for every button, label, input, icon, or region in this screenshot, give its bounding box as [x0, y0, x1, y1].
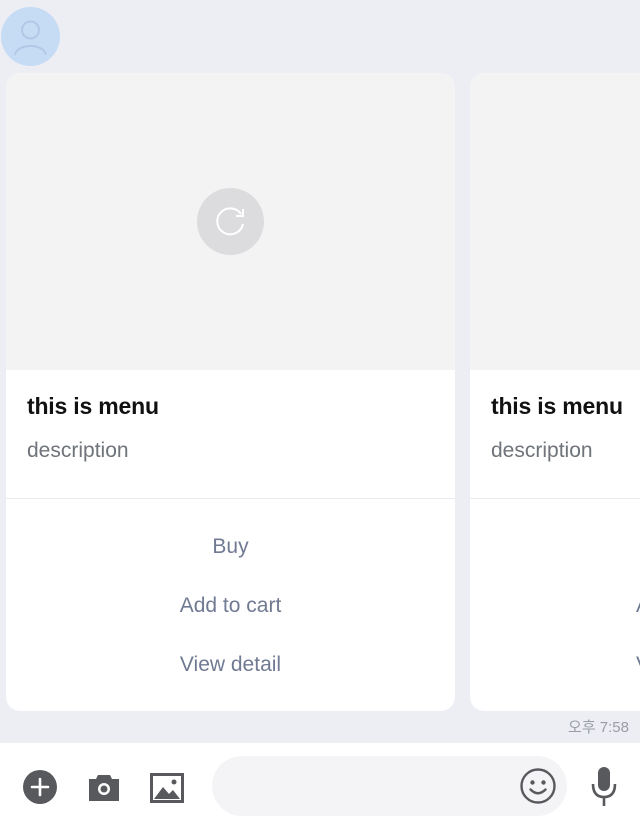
card-divider — [6, 498, 455, 499]
card-image-placeholder — [470, 73, 640, 370]
view-detail-button[interactable]: V — [470, 645, 640, 685]
avatar[interactable] — [1, 7, 60, 66]
card-image-placeholder — [6, 73, 455, 370]
buy-button[interactable] — [470, 527, 640, 567]
menu-carousel[interactable]: this is menu description Buy Add to cart… — [0, 73, 640, 713]
add-to-cart-button[interactable]: Add to cart — [6, 586, 455, 626]
plus-circle-icon[interactable] — [22, 769, 58, 805]
emoji-icon[interactable] — [519, 767, 557, 805]
menu-card-1: this is menu description Buy Add to cart… — [6, 73, 455, 711]
mic-icon[interactable] — [589, 766, 619, 808]
camera-icon[interactable] — [86, 769, 122, 805]
message-timestamp: 오후 7:58 — [568, 719, 629, 736]
card-description: description — [491, 439, 593, 462]
card-divider — [470, 498, 640, 499]
add-to-cart-button[interactable]: A — [470, 586, 640, 626]
reload-icon[interactable] — [197, 188, 264, 255]
menu-card-2: this is menu description A V — [470, 73, 640, 711]
input-bar — [0, 743, 640, 820]
image-icon[interactable] — [149, 770, 185, 806]
view-detail-button[interactable]: View detail — [6, 645, 455, 685]
card-description: description — [27, 439, 129, 462]
buy-button[interactable]: Buy — [6, 527, 455, 567]
chat-area: this is menu description Buy Add to cart… — [0, 0, 640, 743]
person-silhouette-icon — [14, 20, 47, 56]
message-input[interactable] — [212, 756, 567, 816]
card-title: this is menu — [491, 393, 623, 419]
card-title: this is menu — [27, 393, 159, 419]
